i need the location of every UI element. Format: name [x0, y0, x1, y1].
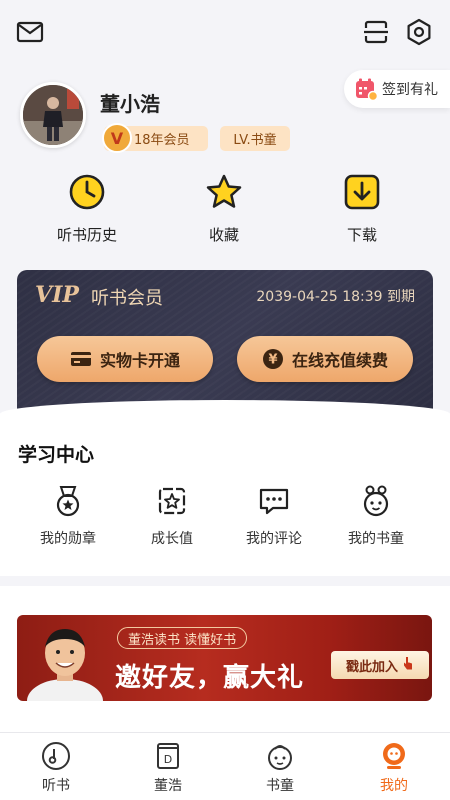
- online-recharge-button[interactable]: ¥ 在线充值续费: [237, 336, 413, 382]
- study-comments[interactable]: 我的评论: [226, 484, 322, 548]
- clock-icon: [67, 172, 107, 212]
- vip-membership-card: VIP 听书会员 2039-04-25 18:39 到期 实物卡开通 ¥ 在线充…: [17, 270, 433, 414]
- banner-headline: 邀好友，赢大礼: [115, 663, 305, 693]
- vip-title: 听书会员: [91, 288, 163, 309]
- vip-v-icon: V: [102, 123, 132, 153]
- bookboy-icon: [359, 484, 393, 518]
- user-name: 董小浩: [100, 92, 160, 116]
- vip-expire-date: 2039-04-25 18:39 到期: [256, 289, 415, 305]
- tab-donghao[interactable]: D 董浩: [128, 741, 208, 795]
- study-bookboy-label: 我的书童: [348, 531, 404, 547]
- download-icon: [342, 172, 382, 212]
- quick-history-label: 听书历史: [56, 226, 117, 244]
- physical-card-activate-button[interactable]: 实物卡开通: [37, 336, 213, 382]
- study-bookboy[interactable]: 我的书童: [328, 484, 424, 548]
- study-center-title: 学习中心: [18, 444, 95, 466]
- banner-slogan-tag: 董浩读书 读懂好书: [117, 627, 248, 649]
- join-now-button[interactable]: 戳此加入: [331, 651, 429, 679]
- host-portrait-image: [25, 621, 105, 701]
- physical-card-label: 实物卡开通: [99, 351, 180, 370]
- tap-hand-icon: [402, 656, 414, 674]
- settings-icon[interactable]: [405, 18, 433, 46]
- study-comments-label: 我的评论: [246, 531, 302, 547]
- disc-icon: [41, 741, 71, 771]
- comment-icon: [257, 484, 291, 518]
- tab-listen[interactable]: 听书: [16, 741, 96, 795]
- level-badge[interactable]: LV.书童: [220, 126, 290, 151]
- growth-icon: [155, 484, 189, 518]
- online-recharge-label: 在线充值续费: [291, 351, 388, 370]
- scan-icon[interactable]: [362, 18, 390, 46]
- quick-favorites[interactable]: 收藏: [174, 172, 274, 245]
- child-face-icon: [265, 741, 295, 771]
- svg-text:D: D: [164, 753, 172, 766]
- vip-logo: VIP: [35, 282, 79, 308]
- signin-gift-button[interactable]: 签到有礼: [344, 70, 450, 108]
- bottom-tab-bar: 听书 D 董浩 书童 我的: [0, 732, 450, 800]
- tab-donghao-label: 董浩: [154, 778, 182, 794]
- mail-icon[interactable]: [16, 18, 44, 46]
- tab-mine[interactable]: 我的: [354, 741, 434, 795]
- tab-mine-label: 我的: [380, 778, 408, 794]
- quick-favorites-label: 收藏: [208, 226, 239, 244]
- signin-label: 签到有礼: [382, 82, 438, 98]
- medal-icon: [51, 484, 85, 518]
- star-icon: [204, 172, 244, 212]
- join-now-label: 戳此加入: [345, 659, 398, 675]
- tab-bookboy-label: 书童: [266, 778, 294, 794]
- yen-icon: ¥: [262, 348, 284, 370]
- study-growth-label: 成长值: [151, 531, 193, 547]
- quick-download-label: 下载: [346, 226, 377, 244]
- quick-history[interactable]: 听书历史: [37, 172, 137, 245]
- avatar[interactable]: [20, 82, 86, 148]
- tab-listen-label: 听书: [42, 778, 70, 794]
- card-icon: [70, 348, 92, 370]
- vip-years-badge[interactable]: V 18年会员: [102, 123, 208, 153]
- calendar-gift-icon: [354, 77, 379, 102]
- study-growth[interactable]: 成长值: [124, 484, 220, 548]
- vip-years-label: 18年会员: [134, 133, 190, 148]
- quick-download[interactable]: 下载: [312, 172, 412, 245]
- section-divider: [0, 576, 450, 586]
- study-medals-label: 我的勋章: [40, 531, 96, 547]
- svg-text:¥: ¥: [268, 353, 277, 368]
- book-d-icon: D: [153, 741, 183, 771]
- tab-bookboy[interactable]: 书童: [240, 741, 320, 795]
- level-label: LV.书童: [233, 133, 277, 148]
- study-medals[interactable]: 我的勋章: [20, 484, 116, 548]
- invite-friends-banner[interactable]: 董浩读书 读懂好书 邀好友，赢大礼 戳此加入: [17, 615, 432, 701]
- profile-icon: [379, 741, 409, 771]
